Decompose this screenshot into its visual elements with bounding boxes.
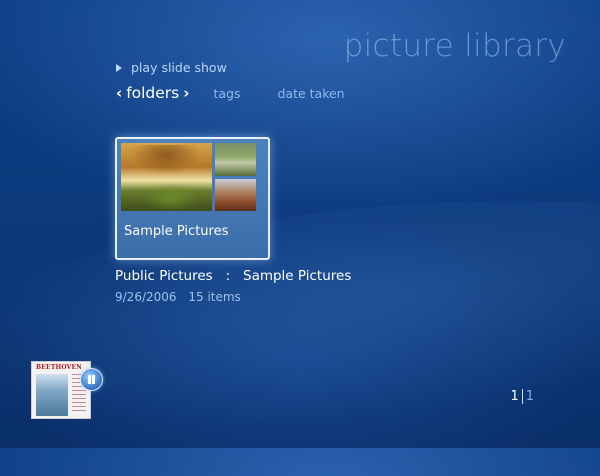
folder-tile-sample-pictures[interactable]: Sample Pictures — [115, 137, 270, 260]
folder-date: 9/26/2006 — [115, 290, 177, 304]
tab-date-taken[interactable]: date taken — [277, 86, 344, 101]
folder-tile-label: Sample Pictures — [124, 224, 229, 239]
tab-folders[interactable]: ‹ folders › — [116, 84, 189, 102]
tab-tags[interactable]: tags — [213, 86, 240, 101]
breadcrumb: Public Pictures : Sample Pictures — [115, 268, 352, 284]
pager-divider — [521, 389, 523, 404]
now-playing-album-art[interactable]: BEETHOVEN — [31, 361, 91, 419]
chevron-right-icon[interactable]: › — [183, 84, 189, 102]
album-title: BEETHOVEN — [36, 364, 82, 371]
thumbnail-rocks — [215, 179, 256, 211]
folder-meta: 9/26/2006 15 items — [115, 290, 241, 304]
thumbnail-meadow — [215, 143, 256, 176]
folder-item-count: 15 items — [188, 290, 241, 304]
play-icon — [116, 63, 122, 72]
background-swirl — [0, 163, 600, 476]
chevron-left-icon[interactable]: ‹ — [116, 84, 122, 102]
view-tabs: ‹ folders › tags date taken — [116, 84, 382, 102]
play-slideshow-label: play slide show — [131, 60, 227, 75]
pause-icon[interactable] — [80, 368, 103, 391]
page-title: picture library — [343, 28, 566, 64]
tab-folders-label: folders — [126, 84, 180, 102]
pager: 1 1 — [510, 389, 534, 404]
thumbnail-autumn — [121, 143, 212, 211]
pager-total: 1 — [525, 389, 534, 404]
pager-current: 1 — [510, 389, 519, 404]
play-slideshow-button[interactable]: play slide show — [116, 60, 227, 75]
album-cover-image — [36, 374, 68, 416]
